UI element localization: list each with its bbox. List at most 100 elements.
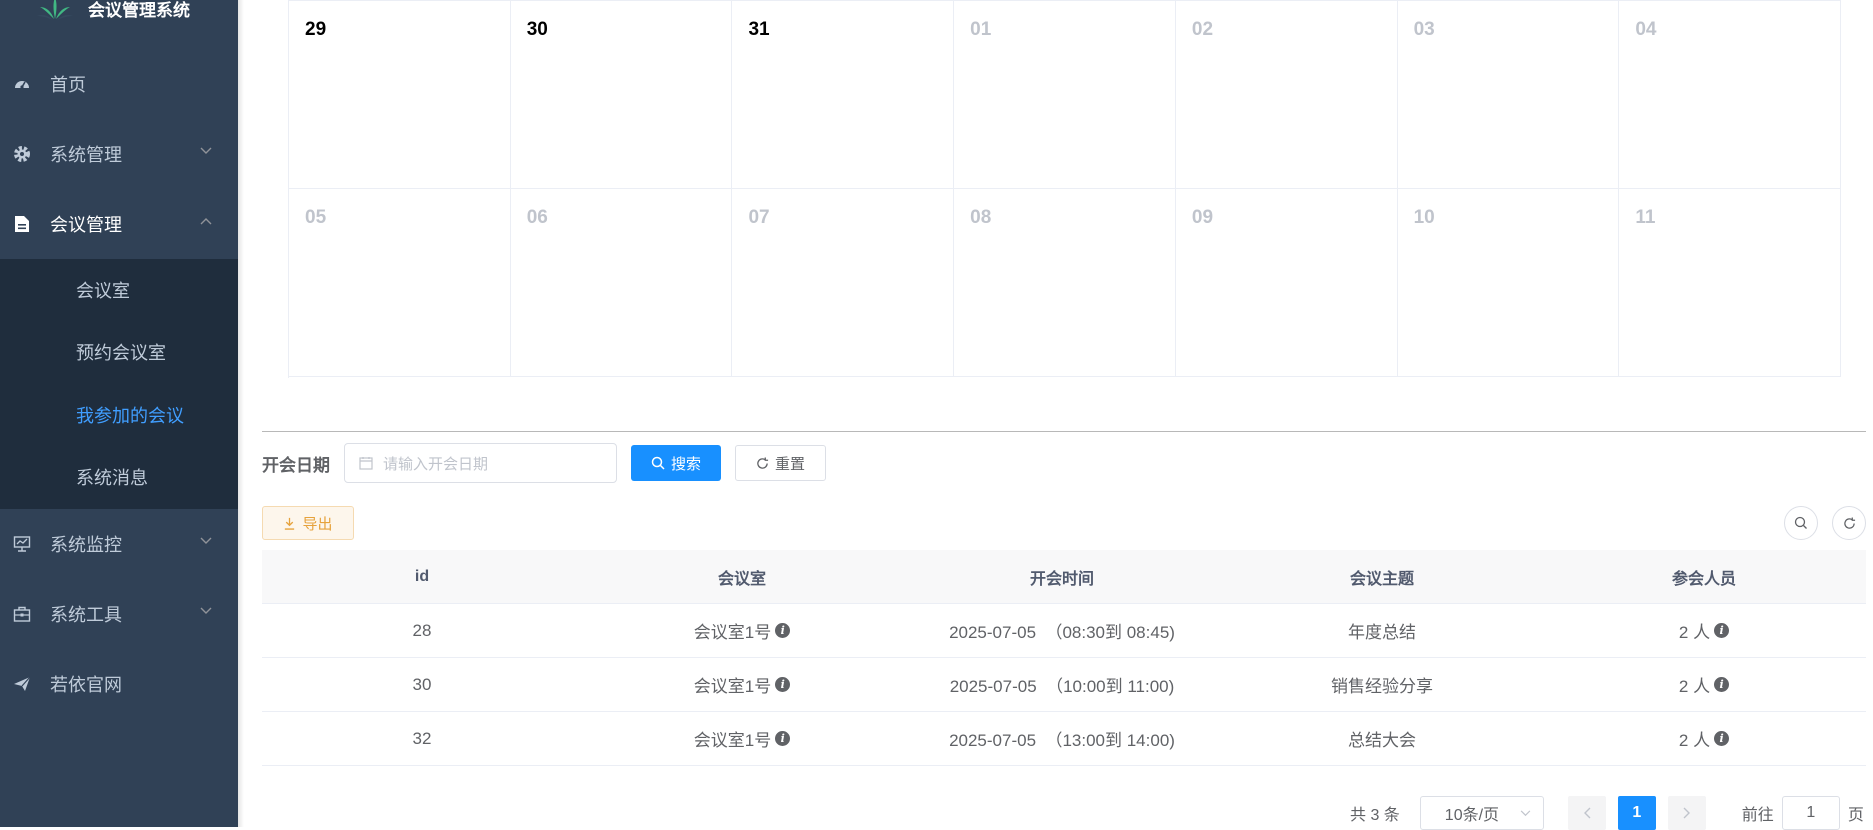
sidebar-item-book-meeting-room[interactable]: 预约会议室 [0, 321, 238, 383]
sidebar-item-system-tools[interactable]: 系统工具 [0, 579, 238, 649]
next-page-button[interactable] [1667, 796, 1706, 830]
sidebar-item-meeting-room[interactable]: 会议室 [0, 259, 238, 321]
search-icon [1794, 516, 1807, 529]
calendar-day[interactable]: 11 [1619, 189, 1842, 377]
section-divider [262, 431, 1866, 432]
export-button-label: 导出 [302, 515, 333, 533]
calendar-day[interactable]: 07 [732, 189, 955, 377]
export-button[interactable]: 导出 [262, 506, 354, 540]
info-icon[interactable]: i [775, 623, 791, 638]
document-icon [12, 214, 32, 234]
table-row[interactable]: 32 会议室1号 i 2025-07-05 （13:00到 14:00) 总结大会… [262, 712, 1866, 766]
table-row[interactable]: 28 会议室1号 i 2025-07-05 （08:30到 08:45) 年度总结… [262, 604, 1866, 658]
cell-topic: 总结大会 [1348, 731, 1416, 750]
cell-participants: 2 人i [1542, 658, 1866, 711]
participants-count: 2 人 [1678, 677, 1711, 696]
reset-button-label: 重置 [774, 455, 805, 473]
info-icon[interactable]: i [775, 731, 791, 746]
sidebar-item-system-messages[interactable]: 系统消息 [0, 446, 238, 508]
cell-participants: 2 人i [1542, 712, 1866, 765]
calendar-day[interactable]: 05 [289, 189, 511, 377]
calendar-day[interactable]: 30 [510, 1, 733, 189]
calendar-day[interactable]: 01 [954, 1, 1176, 189]
toggle-search-button[interactable] [1784, 506, 1818, 540]
monitor-icon [12, 534, 32, 554]
download-icon [285, 517, 295, 530]
sidebar-item-home[interactable]: 首页 [0, 49, 238, 119]
info-icon[interactable]: i [1714, 623, 1730, 638]
search-button[interactable]: 搜索 [631, 445, 721, 481]
sidebar-item-system-monitor[interactable]: 系统监控 [0, 509, 238, 579]
meeting-date-label: 开会日期 [262, 455, 330, 475]
info-icon[interactable]: i [1714, 677, 1730, 692]
chevron-up-icon [200, 218, 212, 225]
sidebar-item-label: 系统管理 [50, 145, 122, 165]
pagination: 共 3 条 10条/页 1 前往 1 页 [1350, 796, 1864, 830]
column-header-participants: 参会人员 [1671, 570, 1736, 588]
refresh-table-button[interactable] [1832, 506, 1866, 540]
calendar-day[interactable]: 09 [1175, 189, 1398, 377]
search-form: 开会日期 请输入开会日期 搜索 重置 [262, 443, 826, 483]
calendar-day[interactable]: 31 [732, 1, 955, 189]
app-title: 会议管理系统 [88, 0, 190, 20]
submenu-label: 我参加的会议 [76, 406, 184, 426]
room-name: 会议室1号 [693, 677, 772, 696]
sidebar-item-meeting-management[interactable]: 会议管理 [0, 189, 238, 259]
chevron-down-icon [200, 147, 212, 154]
column-header-time: 开会时间 [1029, 570, 1094, 588]
logo-icon [37, 0, 73, 20]
logo[interactable]: 会议管理系统 [0, 0, 238, 32]
submenu-meeting-management: 会议室 预约会议室 我参加的会议 系统消息 [0, 259, 238, 509]
info-icon[interactable]: i [775, 677, 791, 692]
calendar-day[interactable]: 04 [1619, 1, 1842, 189]
refresh-icon [757, 456, 769, 469]
table-header: id 会议室 开会时间 会议主题 参会人员 [262, 550, 1866, 604]
search-button-label: 搜索 [670, 455, 701, 473]
participants-count: 2 人 [1678, 623, 1711, 642]
page-size-select[interactable]: 10条/页 [1419, 796, 1544, 830]
calendar-day[interactable]: 06 [510, 189, 733, 377]
cell-room: 会议室1号 i [582, 658, 902, 711]
calendar-day[interactable]: 02 [1175, 1, 1398, 189]
calendar-day[interactable]: 03 [1397, 1, 1620, 189]
info-icon[interactable]: i [1714, 731, 1730, 746]
sidebar-item-system-management[interactable]: 系统管理 [0, 119, 238, 189]
sidebar-item-my-meetings[interactable]: 我参加的会议 [0, 384, 238, 446]
chevron-left-icon [1583, 807, 1591, 819]
meeting-date-input[interactable]: 请输入开会日期 [344, 443, 617, 483]
sidebar-item-label: 系统监控 [50, 535, 122, 555]
calendar-day[interactable]: 29 [289, 1, 511, 189]
page-number-button[interactable]: 1 [1617, 796, 1656, 830]
participants-count: 2 人 [1678, 731, 1711, 750]
cell-room: 会议室1号 i [582, 604, 902, 657]
column-header-id: id [414, 567, 430, 585]
calendar-day[interactable]: 08 [954, 189, 1176, 377]
goto-suffix: 页 [1847, 807, 1864, 824]
sidebar-item-ruoyi-website[interactable]: 若依官网 [0, 649, 238, 719]
cell-id: 32 [412, 728, 432, 748]
meetings-table: id 会议室 开会时间 会议主题 参会人员 28 会议室1号 i 2025-07-… [262, 550, 1866, 766]
pagination-total: 共 3 条 [1350, 807, 1400, 824]
cell-participants: 2 人i [1542, 604, 1866, 657]
toolbox-icon [12, 604, 32, 624]
chevron-right-icon [1683, 807, 1690, 819]
cell-id: 30 [412, 674, 432, 694]
gear-icon [12, 144, 32, 164]
column-header-topic: 会议主题 [1349, 570, 1414, 588]
sidebar-shadow [238, 0, 244, 827]
search-icon [651, 456, 665, 470]
calendar-icon [359, 457, 373, 470]
calendar-day[interactable]: 10 [1397, 189, 1620, 377]
column-header-room: 会议室 [717, 570, 766, 588]
page-size-value: 10条/页 [1444, 807, 1500, 824]
cell-topic: 销售经验分享 [1331, 677, 1433, 696]
meeting-date-placeholder: 请输入开会日期 [383, 455, 489, 473]
calendar-row: 29 30 31 01 02 03 04 [289, 1, 1842, 189]
table-row[interactable]: 30 会议室1号 i 2025-07-05 （10:00到 11:00) 销售经验… [262, 658, 1866, 712]
chevron-down-icon [1520, 809, 1531, 816]
sidebar-item-label: 系统工具 [50, 605, 122, 625]
prev-page-button[interactable] [1567, 796, 1606, 830]
reset-button[interactable]: 重置 [735, 445, 826, 481]
goto-page-input[interactable]: 1 [1781, 796, 1840, 830]
room-name: 会议室1号 [693, 731, 772, 750]
